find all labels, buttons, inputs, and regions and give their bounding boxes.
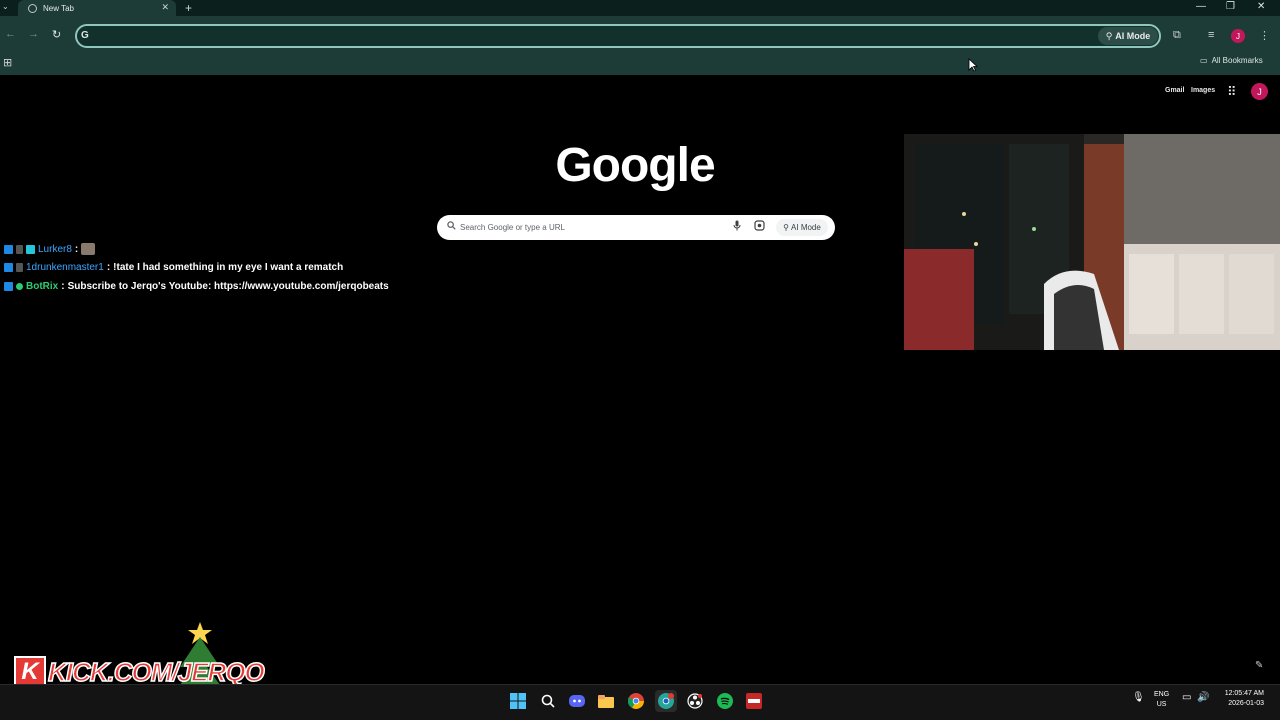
extensions-icon[interactable]: ⧉	[1173, 29, 1181, 42]
images-link[interactable]: Images	[1191, 87, 1215, 94]
tab-favicon-icon	[28, 3, 37, 13]
apps-grid-icon[interactable]: ⊞	[3, 56, 12, 69]
tab-close-icon[interactable]: ✕	[161, 2, 169, 13]
ai-mode-search-label: AI Mode	[791, 223, 821, 232]
webcam-feed	[904, 134, 1280, 350]
ai-search-icon: ⚲	[1105, 30, 1113, 41]
search-taskbar-icon[interactable]	[537, 690, 559, 712]
search-input[interactable]	[460, 217, 720, 238]
chat-separator: :	[61, 281, 65, 292]
kick-badge-icon	[4, 263, 13, 272]
account-avatar[interactable]: J	[1251, 83, 1268, 100]
all-bookmarks-label: All Bookmarks	[1211, 56, 1263, 65]
new-tab-button[interactable]: +	[185, 1, 192, 15]
microphone-tray-icon[interactable]: 🎙	[1132, 692, 1145, 703]
clock-time: 12:05:47 AM	[1224, 690, 1264, 697]
clock-date: 2026-01-03	[1228, 700, 1264, 707]
discord-icon[interactable]	[566, 690, 588, 712]
all-bookmarks-button[interactable]: ▭ All Bookmarks	[1200, 56, 1263, 65]
ai-mode-label: AI Mode	[1115, 31, 1151, 41]
profile-avatar[interactable]: J	[1231, 29, 1245, 43]
close-window-button[interactable]: ✕	[1257, 1, 1265, 12]
edit-pencil-icon[interactable]: ✎	[1255, 660, 1263, 671]
system-clock[interactable]: 12:05:47 AM 2026-01-03	[1214, 689, 1264, 709]
kick-badge-icon	[4, 282, 13, 291]
sub-badge-icon	[16, 244, 23, 254]
chrome-icon[interactable]	[625, 690, 647, 712]
bot-badge-icon	[16, 283, 23, 290]
voice-app-icon[interactable]	[743, 690, 765, 712]
google-logo: Google	[555, 139, 715, 192]
chat-text: !tate I had something in my eye I want a…	[113, 262, 344, 273]
chat-username: 1drunkenmaster1	[26, 262, 104, 273]
spotify-icon[interactable]	[714, 690, 736, 712]
volume-icon[interactable]: 🔊	[1197, 692, 1209, 703]
back-button[interactable]: ←	[5, 28, 16, 40]
tab-title: New Tab	[43, 3, 74, 13]
forward-button[interactable]: →	[28, 28, 39, 40]
search-icon	[447, 221, 456, 232]
tab-search-menu-icon[interactable]: ⌄	[2, 2, 9, 11]
menu-kebab-icon[interactable]: ⋮	[1259, 29, 1270, 42]
media-controls-icon[interactable]: ≡	[1208, 29, 1214, 41]
network-icon[interactable]: ▭	[1182, 692, 1191, 703]
google-g-icon: G	[81, 30, 89, 41]
region-code: US	[1156, 701, 1167, 708]
chrome-active-icon[interactable]	[655, 690, 677, 712]
language-code: ENG	[1154, 691, 1170, 698]
gmail-link[interactable]: Gmail	[1165, 87, 1184, 94]
emote-icon	[81, 243, 96, 255]
chat-message: BotRix : Subscribe to Jerqo's Youtube: h…	[4, 281, 389, 292]
chat-text: Subscribe to Jerqo's Youtube: https://ww…	[67, 281, 389, 292]
obs-studio-icon[interactable]	[684, 690, 706, 712]
sub-badge-icon	[16, 263, 23, 272]
maximize-button[interactable]: ❐	[1226, 1, 1235, 12]
lens-camera-icon[interactable]	[754, 220, 765, 234]
google-apps-icon[interactable]: ⠿	[1227, 84, 1237, 100]
start-windows-icon[interactable]	[507, 690, 529, 712]
file-explorer-icon[interactable]	[595, 690, 617, 712]
voice-search-icon[interactable]	[733, 220, 741, 234]
folder-icon: ▭	[1200, 56, 1208, 65]
chat-username: BotRix	[26, 281, 59, 292]
bookmarks-bar	[0, 54, 1280, 75]
mouse-cursor-icon	[968, 58, 979, 77]
chat-username: Lurker8	[38, 243, 72, 255]
ai-mode-search-button[interactable]: ⚲ AI Mode	[776, 219, 828, 236]
chat-message: 1drunkenmaster1 : !tate I had something …	[4, 262, 343, 273]
kick-badge-icon	[4, 244, 13, 254]
tab-new-tab[interactable]: New Tab ✕	[18, 0, 176, 16]
reload-button[interactable]: ↻	[52, 28, 61, 41]
chat-message: Lurker8 :	[4, 243, 96, 255]
language-indicator[interactable]: ENG US	[1154, 690, 1169, 710]
ai-sparkle-icon: ⚲	[783, 223, 790, 232]
chat-separator: :	[106, 262, 111, 273]
chat-separator: :	[74, 243, 79, 255]
ai-mode-button[interactable]: ⚲ AI Mode	[1098, 27, 1158, 45]
gift-badge-icon	[26, 244, 35, 254]
address-bar[interactable]	[75, 24, 1161, 48]
kick-url-text: KICK.COM/JERQO	[47, 656, 265, 688]
minimize-button[interactable]: —	[1196, 1, 1206, 12]
